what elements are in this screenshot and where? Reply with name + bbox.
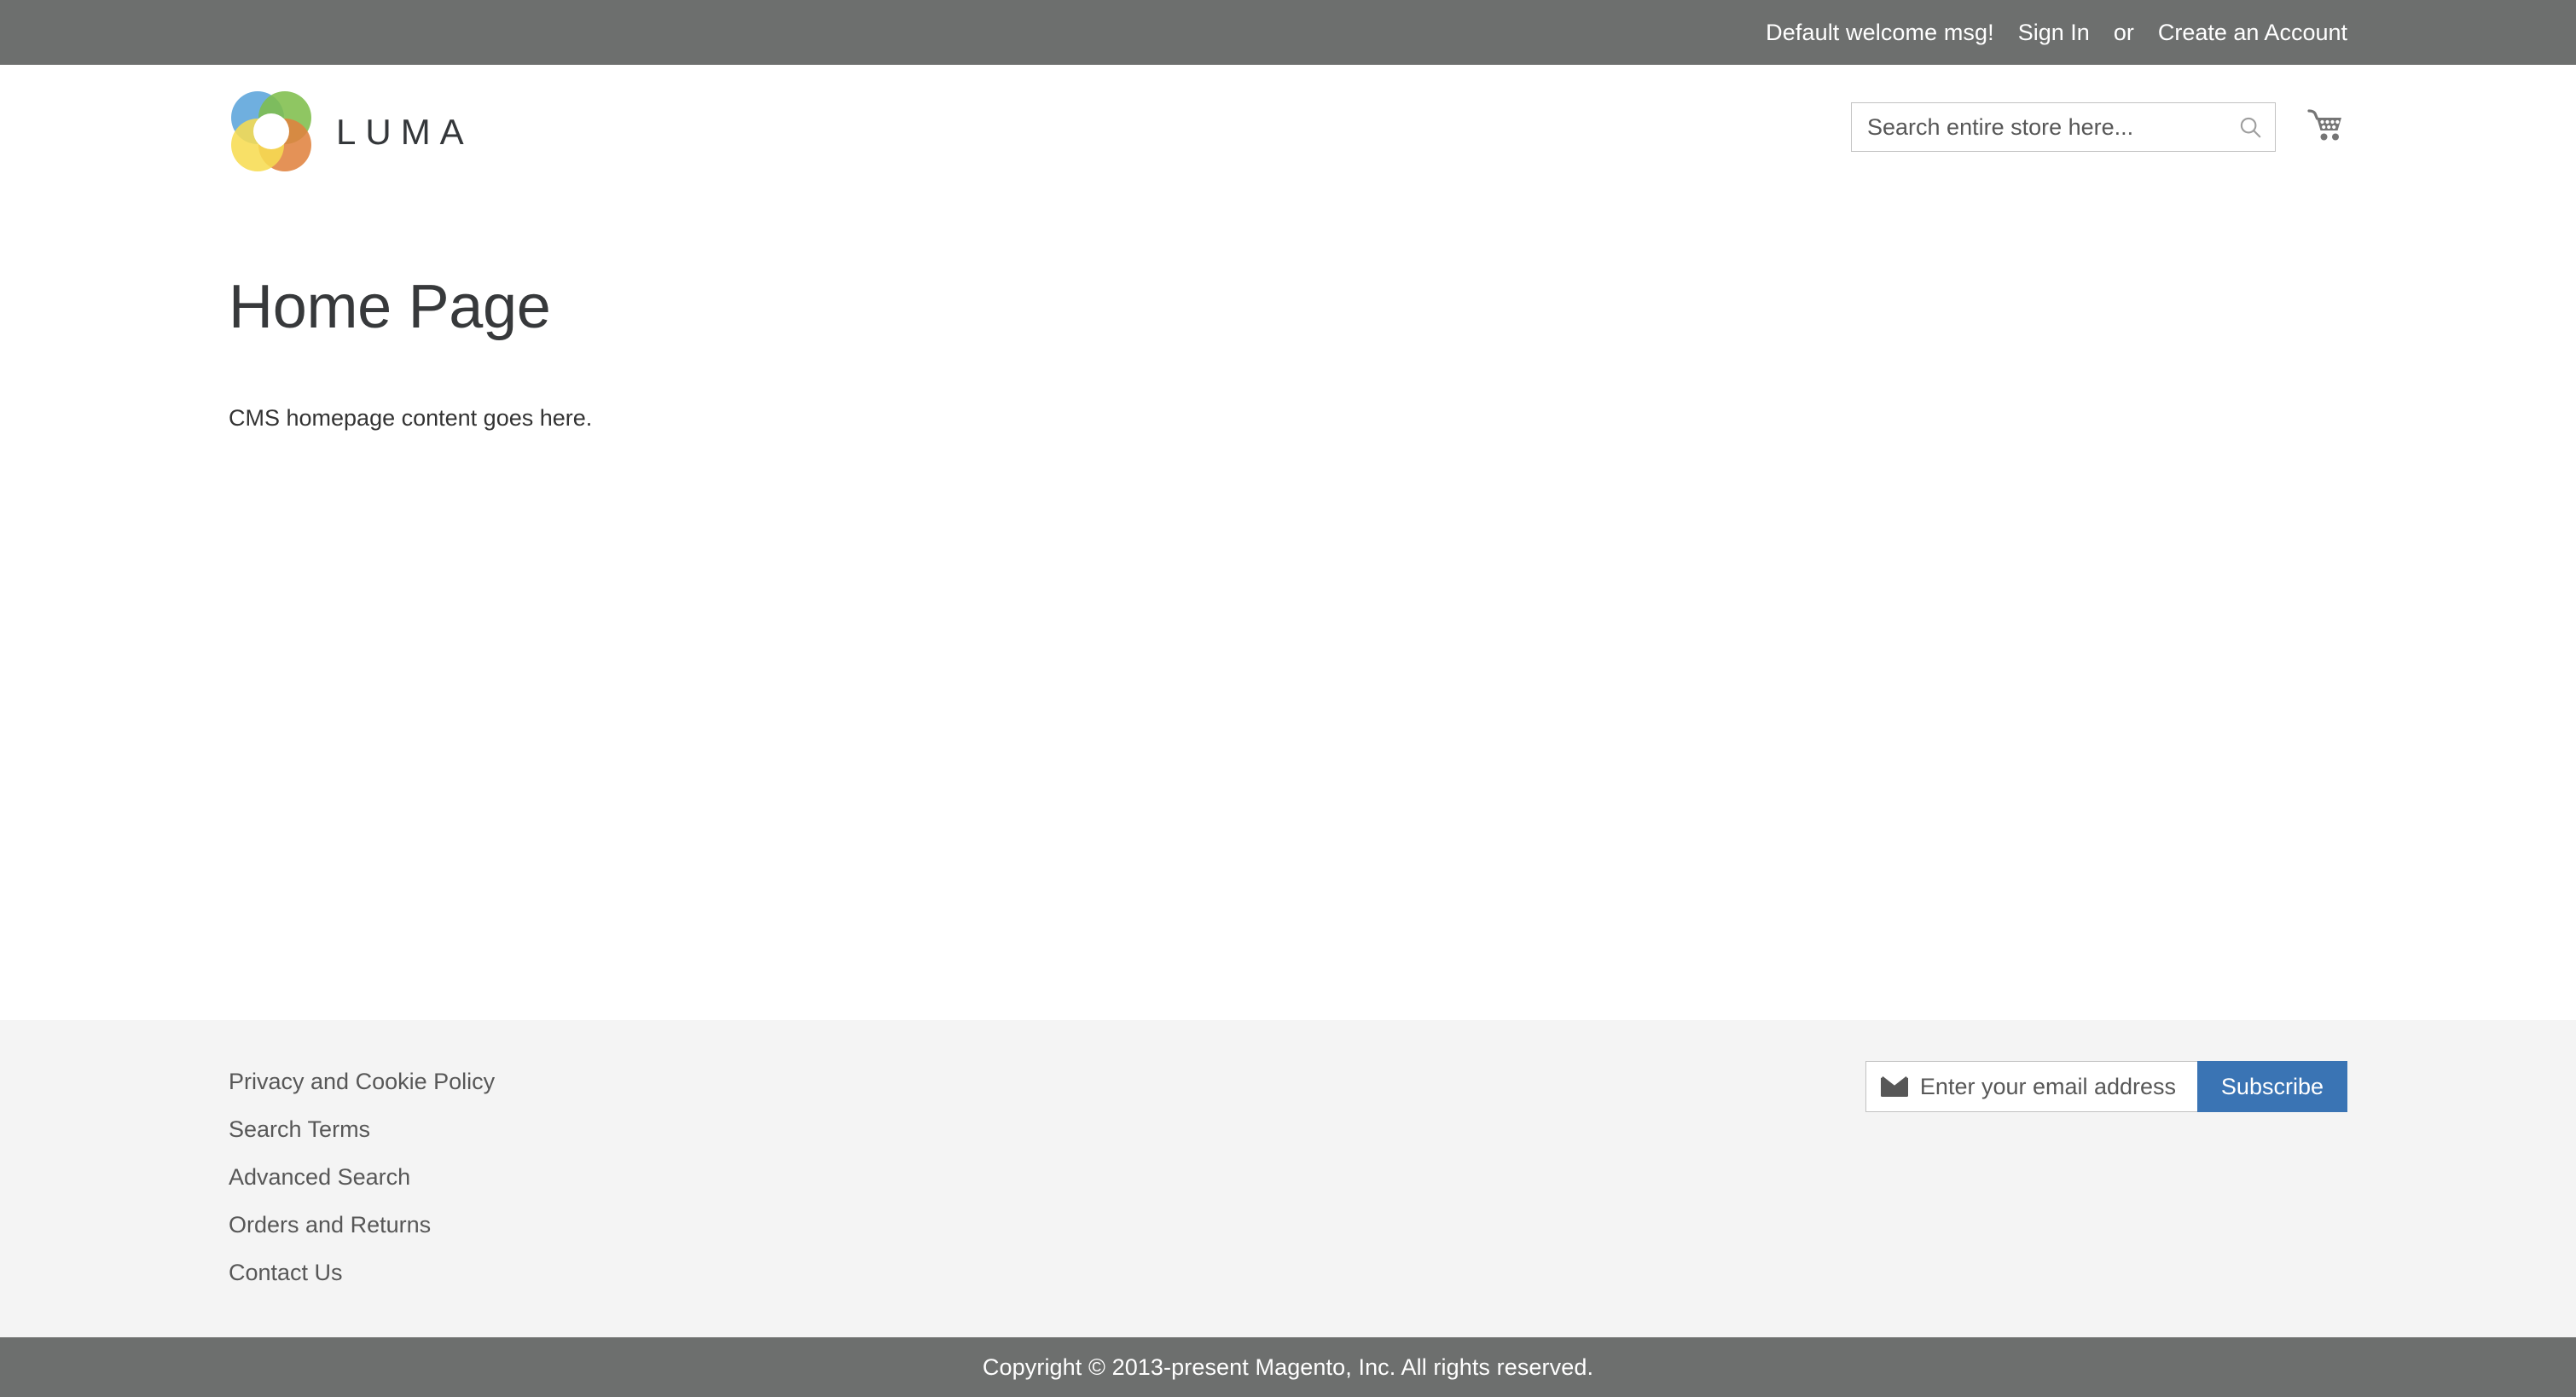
newsletter-signup: Subscribe: [1865, 1061, 2347, 1112]
subscribe-button[interactable]: Subscribe: [2196, 1061, 2347, 1112]
page-footer: Privacy and Cookie Policy Search Terms A…: [0, 1020, 2576, 1337]
page-header: LUMA: [0, 65, 2576, 201]
footer-link-contact-us[interactable]: Contact Us: [229, 1249, 343, 1296]
page-title: Home Page: [229, 273, 551, 341]
top-panel-links: Default welcome msg! Sign In or Create a…: [1766, 20, 2347, 46]
search-box[interactable]: [1851, 102, 2276, 152]
list-item: Advanced Search: [229, 1153, 2347, 1201]
logo-link[interactable]: LUMA: [229, 89, 473, 174]
storefront-page: Default welcome msg! Sign In or Create a…: [0, 0, 2576, 1397]
footer-link-advanced-search[interactable]: Advanced Search: [229, 1153, 410, 1201]
footer-link-orders-and-returns[interactable]: Orders and Returns: [229, 1201, 431, 1249]
envelope-icon: [1880, 1076, 1908, 1097]
footer-link-privacy-and-cookie-policy[interactable]: Privacy and Cookie Policy: [229, 1058, 495, 1105]
sign-in-link[interactable]: Sign In: [2018, 20, 2090, 46]
main-content: Home Page CMS homepage content goes here…: [0, 201, 2576, 1020]
luma-flower-logo-icon: [229, 89, 314, 174]
list-item: Search Terms: [229, 1105, 2347, 1153]
list-item: Orders and Returns: [229, 1201, 2347, 1249]
copyright-text: Copyright © 2013-present Magento, Inc. A…: [982, 1354, 1594, 1380]
search-icon: [2240, 117, 2261, 138]
cms-content-text: CMS homepage content goes here.: [229, 405, 593, 431]
welcome-message: Default welcome msg!: [1766, 19, 1994, 45]
newsletter-email-input[interactable]: [1907, 1062, 2197, 1111]
search-submit-button[interactable]: [2236, 113, 2265, 142]
top-panel: Default welcome msg! Sign In or Create a…: [0, 0, 2576, 65]
create-account-link[interactable]: Create an Account: [2158, 20, 2347, 46]
list-item: Contact Us: [229, 1249, 2347, 1296]
shopping-cart-icon: [2307, 109, 2341, 141]
logo-wordmark: LUMA: [336, 112, 473, 152]
header-actions: [1851, 102, 2347, 152]
footer-link-search-terms[interactable]: Search Terms: [229, 1105, 370, 1153]
minicart-link[interactable]: [2305, 104, 2347, 147]
newsletter-field[interactable]: [1865, 1062, 2197, 1111]
copyright-bar: Copyright © 2013-present Magento, Inc. A…: [0, 1337, 2576, 1397]
or-separator: or: [2113, 19, 2134, 45]
search-input[interactable]: [1852, 103, 2275, 151]
